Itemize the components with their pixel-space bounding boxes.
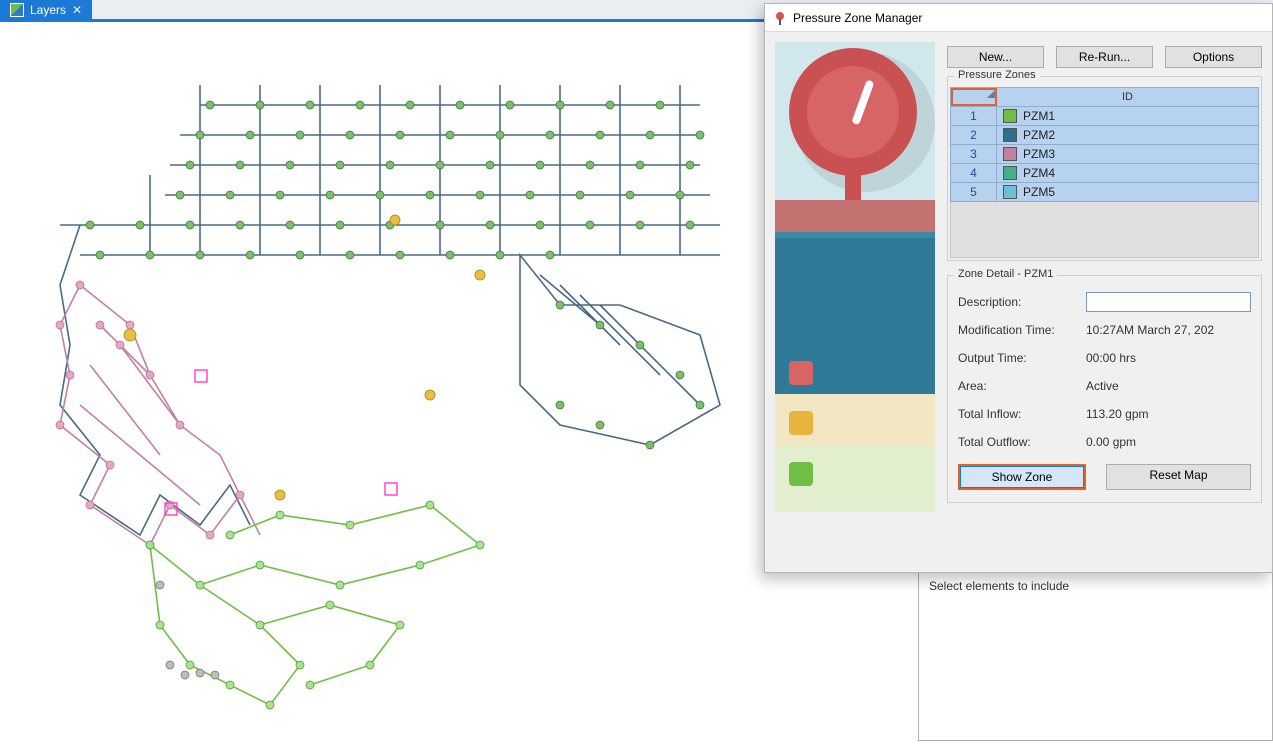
grid-header-id[interactable]: ID	[997, 88, 1258, 106]
row-number: 1	[951, 107, 997, 125]
color-swatch-icon	[1003, 128, 1017, 142]
inflow-value: 113.20 gpm	[1086, 407, 1251, 421]
color-swatch-icon	[1003, 166, 1017, 180]
inflow-label: Total Inflow:	[958, 407, 1086, 421]
color-swatch-icon	[1003, 185, 1017, 199]
grid-empty-area	[950, 202, 1259, 258]
color-swatch-icon	[1003, 147, 1017, 161]
network-plot	[0, 25, 760, 741]
legend-green-icon	[789, 462, 813, 486]
elements-panel: Select elements to include	[918, 570, 1273, 741]
zone-illustration	[775, 42, 935, 512]
detail-title: Zone Detail - PZM1	[954, 268, 1057, 280]
description-input[interactable]	[1086, 292, 1251, 312]
reset-map-button[interactable]: Reset Map	[1106, 464, 1251, 490]
table-row[interactable]: 2 PZM2	[950, 126, 1259, 145]
tab-layers[interactable]: Layers ✕	[0, 0, 92, 19]
row-id: PZM3	[1023, 147, 1258, 161]
area-value: Active	[1086, 379, 1251, 393]
row-id: PZM4	[1023, 166, 1258, 180]
area-label: Area:	[958, 379, 1086, 393]
outtime-label: Output Time:	[958, 351, 1086, 365]
zones-grid[interactable]: ID 1 PZM1 2 PZM2 3 PZM3	[950, 87, 1259, 258]
pin-icon	[773, 11, 787, 25]
layers-icon	[10, 3, 24, 17]
outflow-value: 0.00 gpm	[1086, 435, 1251, 449]
row-number: 3	[951, 145, 997, 163]
close-icon[interactable]: ✕	[72, 3, 82, 17]
color-swatch-icon	[1003, 109, 1017, 123]
pressure-zones-group: Pressure Zones ID 1 PZM1 2 PZM2	[947, 76, 1262, 261]
row-number: 2	[951, 126, 997, 144]
outtime-value: 00:00 hrs	[1086, 351, 1251, 365]
table-row[interactable]: 1 PZM1	[950, 107, 1259, 126]
options-button[interactable]: Options	[1165, 46, 1262, 68]
rerun-button[interactable]: Re-Run...	[1056, 46, 1153, 68]
row-id: PZM2	[1023, 128, 1258, 142]
elements-hint: Select elements to include	[929, 579, 1262, 593]
pressure-zone-manager-dialog: Pressure Zone Manager New...	[764, 3, 1273, 573]
gauge-icon	[789, 48, 917, 176]
row-id: PZM5	[1023, 185, 1258, 199]
grid-corner-cell[interactable]	[951, 88, 997, 106]
tab-label: Layers	[30, 3, 66, 17]
table-row[interactable]: 5 PZM5	[950, 183, 1259, 202]
show-zone-button[interactable]: Show Zone	[958, 464, 1086, 490]
modtime-value: 10:27AM March 27, 202	[1086, 323, 1251, 337]
table-row[interactable]: 3 PZM3	[950, 145, 1259, 164]
dialog-titlebar[interactable]: Pressure Zone Manager	[765, 4, 1272, 32]
legend-red-icon	[789, 361, 813, 385]
map-canvas[interactable]	[0, 25, 760, 741]
dialog-title: Pressure Zone Manager	[793, 11, 922, 25]
outflow-label: Total Outflow:	[958, 435, 1086, 449]
row-number: 5	[951, 183, 997, 201]
group-label: Pressure Zones	[954, 69, 1040, 81]
legend-yellow-icon	[789, 411, 813, 435]
row-number: 4	[951, 164, 997, 182]
description-label: Description:	[958, 295, 1086, 309]
zone-detail-group: Zone Detail - PZM1 Description: Modifica…	[947, 275, 1262, 503]
new-button[interactable]: New...	[947, 46, 1044, 68]
modtime-label: Modification Time:	[958, 323, 1086, 337]
row-id: PZM1	[1023, 109, 1258, 123]
table-row[interactable]: 4 PZM4	[950, 164, 1259, 183]
